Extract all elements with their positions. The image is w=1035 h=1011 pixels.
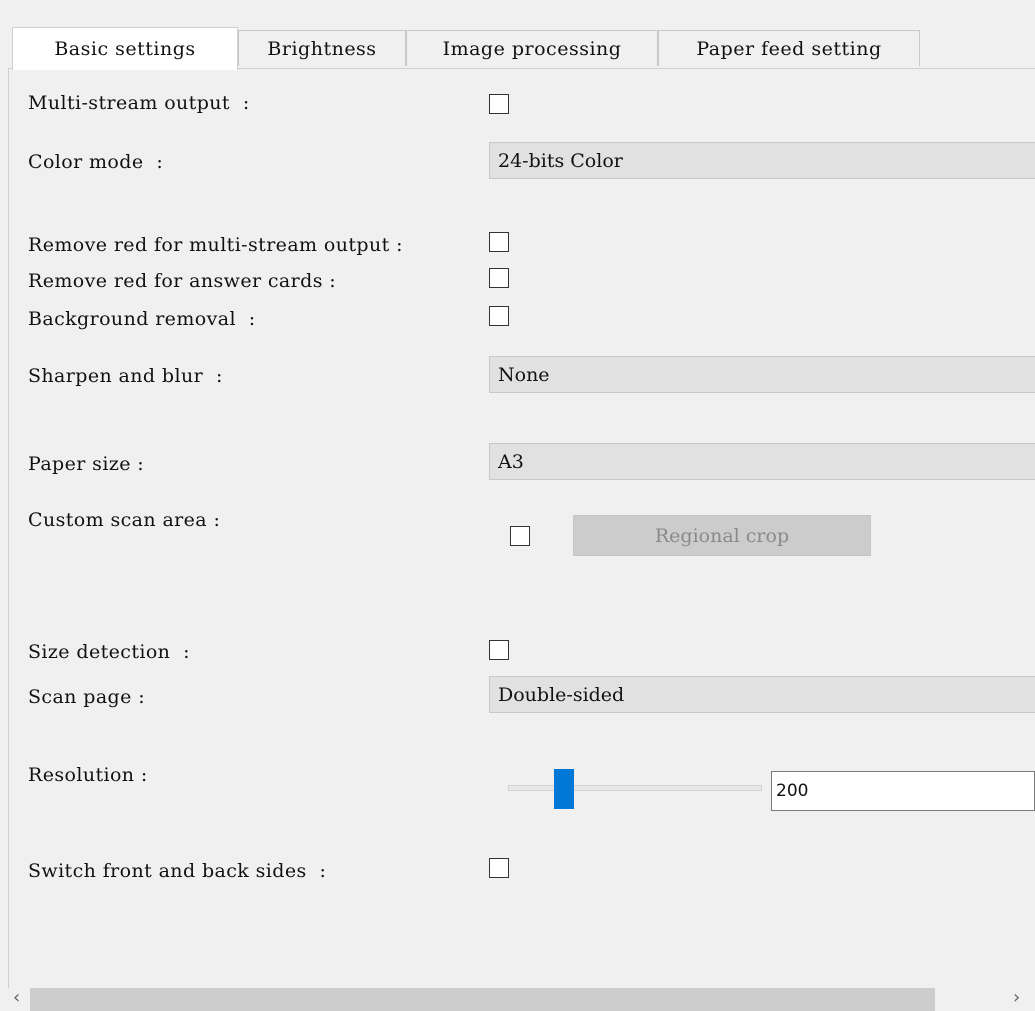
sharpen-blur-label: Sharpen and blur :: [28, 365, 223, 387]
size-detection-checkbox[interactable]: [489, 640, 509, 660]
background-removal-checkbox[interactable]: [489, 306, 509, 326]
switch-sides-label: Switch front and back sides :: [28, 860, 327, 882]
background-removal-label: Background removal :: [28, 308, 256, 330]
sharpen-blur-select[interactable]: None: [489, 356, 1035, 393]
paper-size-value: A3: [498, 450, 524, 473]
color-mode-select[interactable]: 24-bits Color: [489, 142, 1035, 179]
resolution-value: 200: [776, 781, 809, 801]
remove-red-multi-stream-label: Remove red for multi-stream output :: [28, 234, 403, 256]
scroll-left-arrow-icon[interactable]: ‹: [13, 987, 20, 1008]
regional-crop-label: Regional crop: [654, 524, 790, 547]
custom-scan-area-checkbox[interactable]: [510, 526, 530, 546]
tab-image-processing[interactable]: Image processing: [406, 30, 658, 66]
remove-red-multi-stream-checkbox[interactable]: [489, 232, 509, 252]
switch-sides-checkbox[interactable]: [489, 858, 509, 878]
regional-crop-button[interactable]: Regional crop: [573, 515, 871, 556]
scan-page-value: Double-sided: [498, 683, 625, 706]
tab-brightness[interactable]: Brightness: [238, 30, 406, 66]
tab-basic-settings[interactable]: Basic settings: [12, 27, 238, 70]
color-mode-label: Color mode :: [28, 151, 164, 173]
tab-label: Brightness: [267, 37, 377, 60]
tab-label: Image processing: [442, 37, 622, 60]
remove-red-answer-cards-label: Remove red for answer cards :: [28, 270, 337, 292]
tab-paper-feed-setting[interactable]: Paper feed setting: [658, 30, 920, 66]
resolution-slider-thumb[interactable]: [553, 769, 574, 809]
paper-size-select[interactable]: A3: [489, 443, 1035, 480]
scroll-right-arrow-icon[interactable]: ›: [1013, 987, 1020, 1008]
paper-size-label: Paper size :: [28, 453, 145, 475]
multi-stream-output-checkbox[interactable]: [489, 94, 509, 114]
scrollbar-thumb[interactable]: [30, 988, 935, 1011]
panel-border: [8, 68, 9, 988]
resolution-label: Resolution :: [28, 764, 148, 786]
resolution-input[interactable]: 200: [771, 771, 1035, 811]
scan-page-label: Scan page :: [28, 686, 145, 708]
color-mode-value: 24-bits Color: [498, 149, 623, 172]
sharpen-blur-value: None: [498, 363, 550, 386]
tab-bar: Basic settings Brightness Image processi…: [0, 0, 1035, 70]
tab-label: Basic settings: [54, 38, 196, 60]
multi-stream-output-label: Multi-stream output :: [28, 92, 250, 114]
remove-red-answer-cards-checkbox[interactable]: [489, 268, 509, 288]
tab-label: Paper feed setting: [696, 37, 882, 60]
custom-scan-area-label: Custom scan area :: [28, 509, 221, 531]
size-detection-label: Size detection :: [28, 641, 190, 663]
scan-page-select[interactable]: Double-sided: [489, 676, 1035, 713]
resolution-slider-track[interactable]: [508, 785, 762, 791]
